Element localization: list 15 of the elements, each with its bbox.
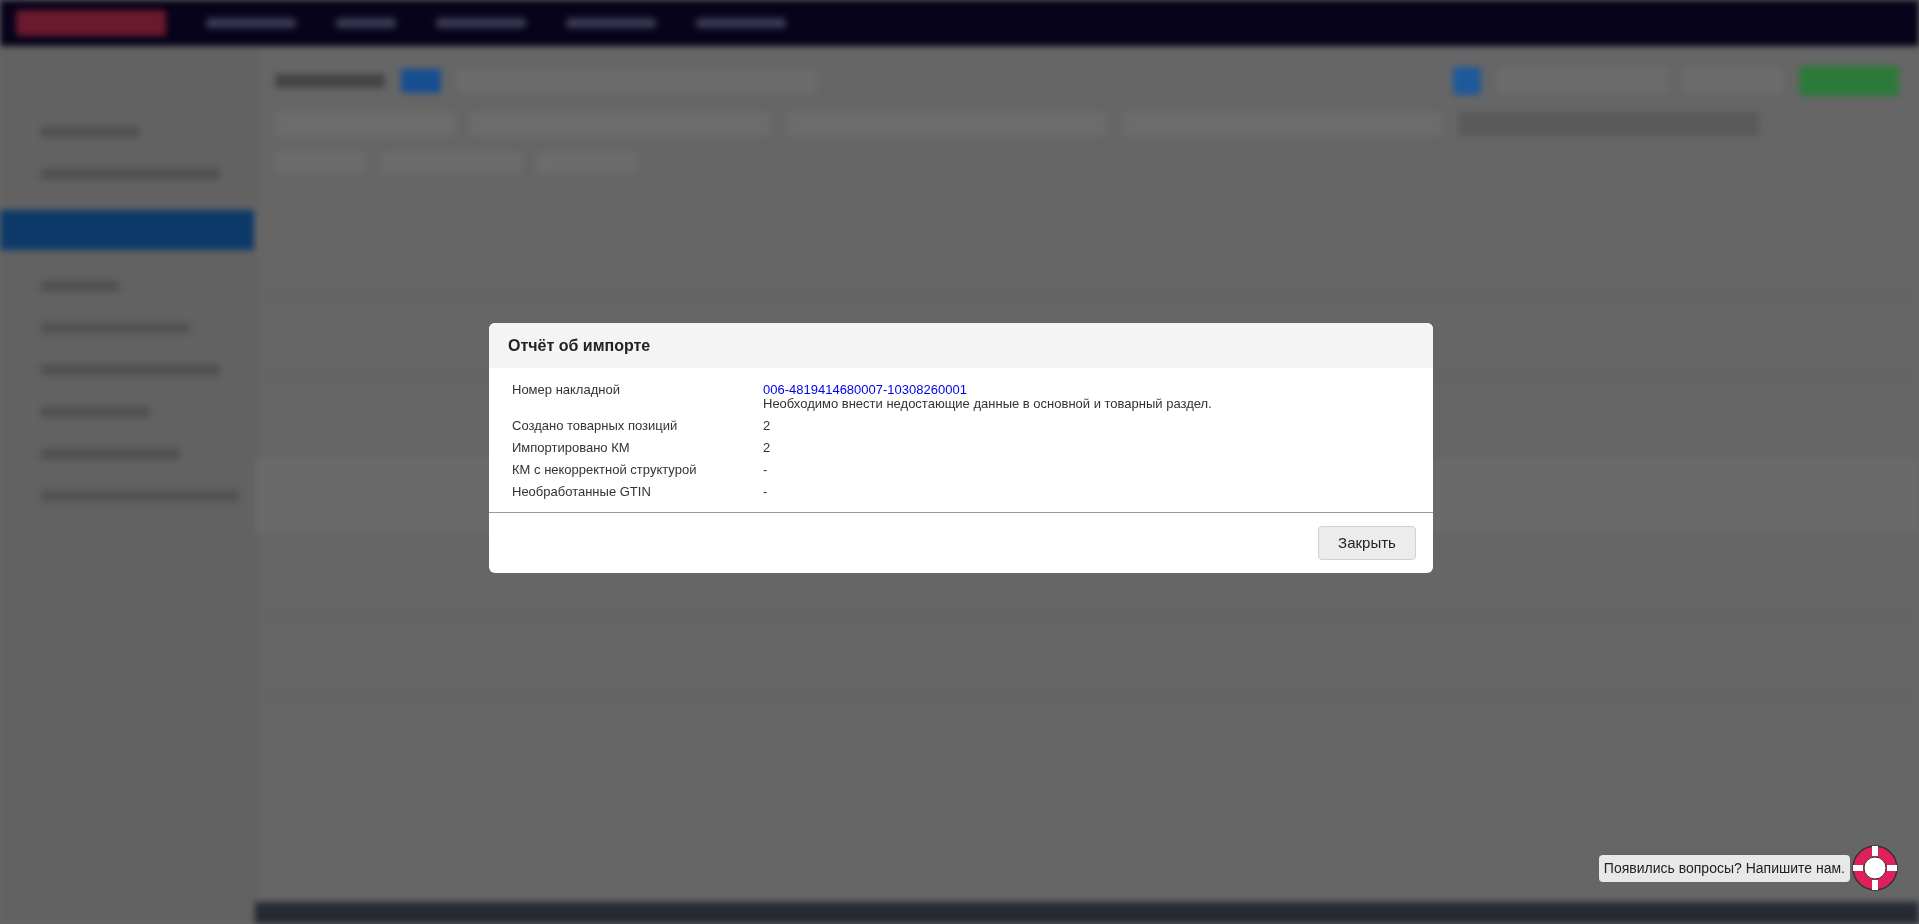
dialog-title: Отчёт об импорте: [508, 335, 651, 356]
close-button[interactable]: Закрыть: [1318, 526, 1416, 560]
field-label: Импортировано КМ: [512, 441, 631, 455]
waybill-link[interactable]: 006-4819414680007-10308260001: [763, 383, 1212, 397]
field-value: -: [763, 463, 768, 477]
help-tooltip[interactable]: Появились вопросы? Напишите нам.: [1598, 854, 1850, 882]
lifebuoy-icon[interactable]: [1850, 843, 1900, 893]
field-value: 2: [763, 419, 771, 433]
field-value: 2: [763, 441, 771, 455]
field-label: Номер накладной: [512, 383, 621, 399]
field-label: Необработанные GTIN: [512, 485, 652, 499]
field-value: -: [763, 485, 768, 499]
warning-message: Необходимо внести недостающие данные в основной и товарный раздел.: [763, 397, 1212, 411]
field-label: Создано товарных позиций: [512, 419, 679, 433]
field-label: КМ с некорректной структурой: [512, 463, 698, 477]
